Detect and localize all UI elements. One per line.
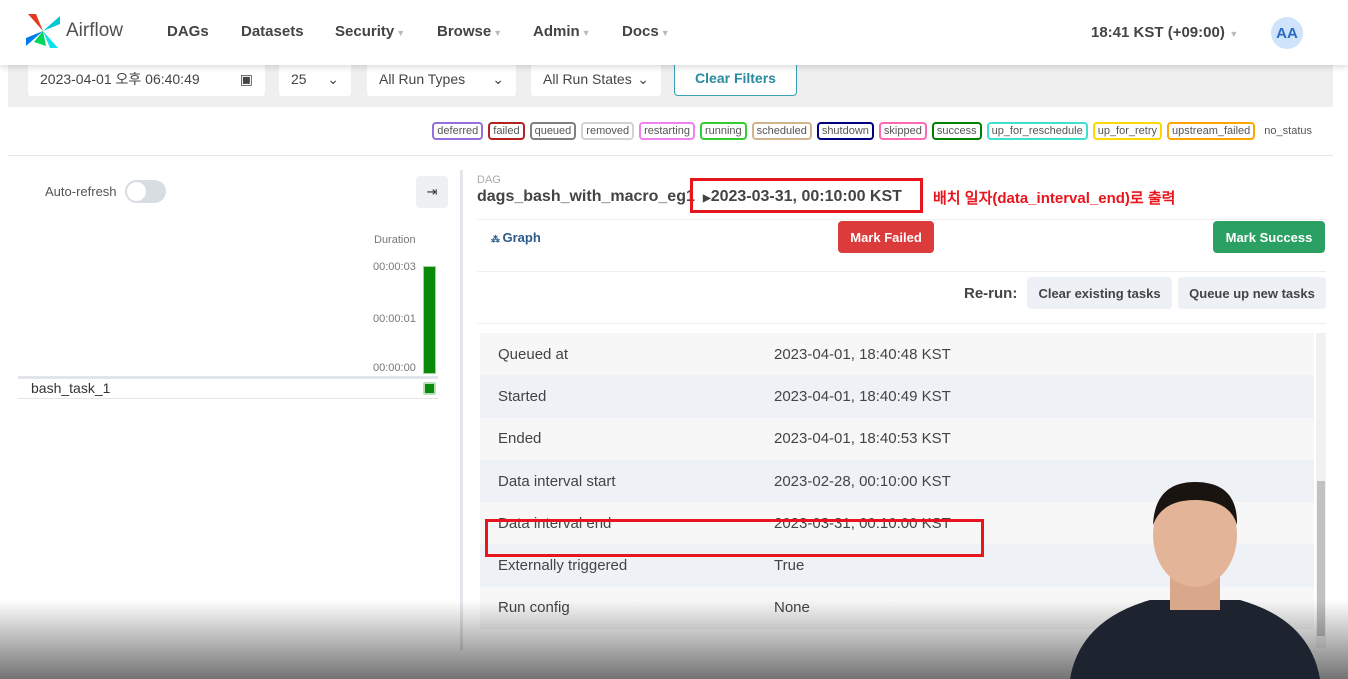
expand-icon: ⇥	[426, 184, 438, 199]
timezone-dropdown[interactable]: 18:41 KST (+09:00) ▼	[1091, 24, 1238, 41]
nav-security[interactable]: Security ▼	[335, 23, 405, 40]
date-value: 2023-04-01 오후 06:40:49	[40, 71, 200, 87]
state-legend: deferred failed queued removed restarting run…	[432, 122, 1316, 140]
table-row: Ended 2023-04-01, 18:40:53 KST	[480, 417, 1314, 460]
nav-docs[interactable]: Docs ▼	[622, 23, 670, 40]
chevron-down-icon: ⌄	[327, 70, 339, 87]
page-size-select[interactable]: 25 ⌄	[279, 62, 351, 96]
row-key: Externally triggered	[498, 557, 628, 575]
mark-failed-button[interactable]: Mark Failed	[838, 221, 934, 253]
duration-tick: 00:00:00	[373, 362, 416, 374]
task-instance-square[interactable]	[423, 382, 436, 395]
legend-no_status[interactable]: no_status	[1260, 122, 1316, 140]
time-label: 18:41 KST (+09:00)	[1091, 24, 1225, 41]
legend-shutdown[interactable]: shutdown	[816, 122, 874, 140]
table-row: Started 2023-04-01, 18:40:49 KST	[480, 375, 1314, 418]
presenter-webcam	[1070, 482, 1320, 679]
legend-scheduled[interactable]: scheduled	[751, 122, 812, 140]
nav-label: Datasets	[241, 23, 304, 40]
chevron-down-icon: ⌄	[637, 70, 649, 87]
legend-restarting[interactable]: restarting	[639, 122, 695, 140]
calendar-icon[interactable]: ▣	[240, 71, 253, 88]
annotation-text: 배치 일자(data_interval_end)로 출력	[933, 190, 1176, 207]
grid-panel: Auto-refresh ⇥ Duration 00:00:03 00:00:0…	[8, 160, 450, 650]
select-value: 25	[291, 71, 307, 87]
duration-tick: 00:00:01	[373, 313, 416, 325]
select-value: All Run States	[543, 71, 632, 87]
row-key: Ended	[498, 430, 542, 448]
clear-existing-tasks-button[interactable]: Clear existing tasks	[1027, 277, 1172, 309]
select-value: All Run Types	[379, 71, 466, 87]
duration-label: Duration	[374, 234, 416, 246]
clear-filters-button[interactable]: Clear Filters	[674, 60, 797, 96]
row-value: True	[774, 557, 805, 575]
nav-label: Browse	[437, 23, 492, 40]
legend-skipped[interactable]: skipped	[878, 122, 927, 140]
task-row[interactable]: bash_task_1	[18, 380, 438, 399]
row-value: 2023-04-01, 18:40:53 KST	[774, 430, 951, 448]
auto-refresh-label: Auto-refresh	[45, 184, 117, 199]
legend-upstream_failed[interactable]: upstream_failed	[1167, 122, 1256, 140]
caret-down-icon: ▼	[660, 28, 670, 38]
dag-run-duration-bar[interactable]	[423, 266, 436, 374]
brand-name: Airflow	[66, 20, 124, 41]
nav-label: Admin	[533, 23, 580, 40]
rerun-label: Re-run:	[964, 285, 1018, 302]
avatar[interactable]: AA	[1271, 17, 1303, 49]
legend-failed[interactable]: failed	[488, 122, 525, 140]
divider	[477, 271, 1326, 272]
row-value: 2023-04-01, 18:40:48 KST	[774, 345, 951, 363]
chevron-down-icon: ⌄	[492, 70, 504, 87]
dag-label: DAG	[477, 174, 501, 186]
legend-success[interactable]: success	[931, 122, 982, 140]
duration-tick: 00:00:03	[373, 261, 416, 273]
airflow-pinwheel-icon	[26, 14, 60, 48]
nav-datasets[interactable]: Datasets	[241, 23, 304, 40]
divider	[18, 376, 438, 379]
queue-up-new-tasks-button[interactable]: Queue up new tasks	[1178, 277, 1326, 309]
highlight-box	[690, 178, 923, 213]
legend-up_for_reschedule[interactable]: up_for_reschedule	[986, 122, 1088, 140]
legend-deferred[interactable]: deferred	[432, 122, 484, 140]
graph-icon: ⁂	[491, 234, 503, 244]
highlight-box	[485, 519, 984, 557]
date-input[interactable]: 2023-04-01 오후 06:40:49 ▣	[28, 62, 265, 96]
row-key: Data interval start	[498, 472, 616, 490]
nav-admin[interactable]: Admin ▼	[533, 23, 591, 40]
dag-id-link[interactable]: dags_bash_with_macro_eg1	[477, 188, 695, 206]
divider	[477, 323, 1326, 324]
graph-tab[interactable]: ⁂ Graph	[491, 230, 541, 245]
task-name: bash_task_1	[31, 380, 111, 396]
navbar: Airflow DAGs Datasets Security ▼ Browse ▼ …	[0, 0, 1348, 65]
nav-label: Docs	[622, 23, 659, 40]
row-key: Started	[498, 387, 547, 405]
legend-queued[interactable]: queued	[529, 122, 577, 140]
caret-down-icon: ▼	[581, 28, 591, 38]
nav-dags[interactable]: DAGs	[167, 23, 209, 40]
run-state-select[interactable]: All Run States ⌄	[531, 62, 661, 96]
legend-removed[interactable]: removed	[581, 122, 635, 140]
table-row: Queued at 2023-04-01, 18:40:48 KST	[480, 333, 1314, 376]
tab-label: Graph	[502, 230, 541, 245]
row-value: 2023-04-01, 18:40:49 KST	[774, 387, 951, 405]
collapse-panel-button[interactable]: ⇥	[416, 176, 448, 208]
divider	[8, 155, 1333, 156]
caret-down-icon: ▼	[396, 28, 406, 38]
row-value: 2023-02-28, 00:10:00 KST	[774, 472, 951, 490]
caret-down-icon: ▼	[1226, 29, 1239, 39]
nav-label: Security	[335, 23, 395, 40]
airflow-logo[interactable]: Airflow	[24, 12, 123, 50]
row-key: Queued at	[498, 345, 569, 363]
auto-refresh-toggle[interactable]	[125, 180, 166, 203]
run-type-select[interactable]: All Run Types ⌄	[367, 62, 516, 96]
divider	[477, 219, 1326, 220]
nav-browse[interactable]: Browse ▼	[437, 23, 502, 40]
legend-up_for_retry[interactable]: up_for_retry	[1092, 122, 1163, 140]
legend-running[interactable]: running	[699, 122, 747, 140]
mark-success-button[interactable]: Mark Success	[1213, 221, 1325, 253]
caret-down-icon: ▼	[493, 28, 503, 38]
nav-label: DAGs	[167, 23, 209, 40]
